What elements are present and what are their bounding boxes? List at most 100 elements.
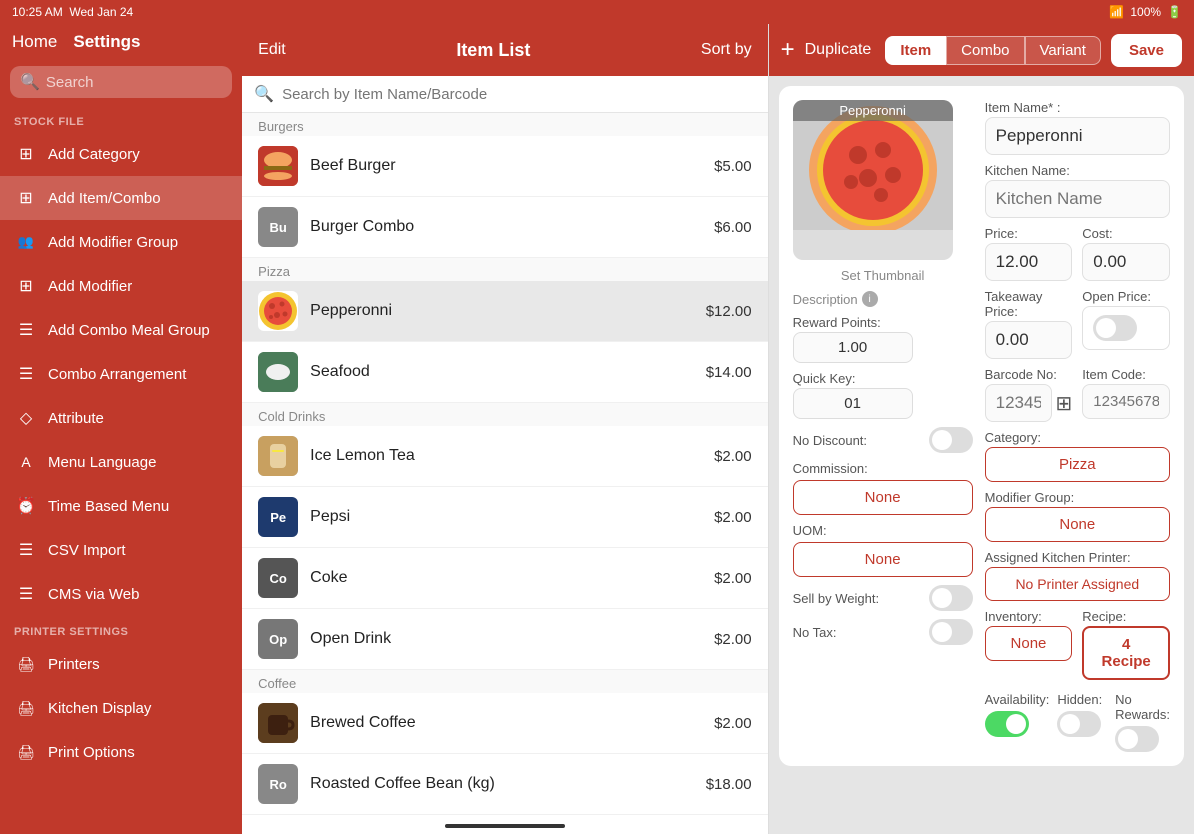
item-thumbnail: Ro: [258, 764, 298, 804]
sort-by-button[interactable]: Sort by: [701, 41, 752, 59]
modifier-group-button[interactable]: None: [985, 507, 1170, 542]
barcode-row: ⊞: [985, 384, 1073, 422]
list-item[interactable]: La Latte $5.00: [242, 815, 767, 818]
sidebar-item-csv-import[interactable]: ☰ CSV Import: [0, 528, 242, 572]
sidebar-item-kitchen-display[interactable]: 🖨 Kitchen Display: [0, 686, 242, 730]
sidebar-search-input[interactable]: [46, 74, 222, 91]
price-input[interactable]: [985, 243, 1073, 281]
availability-toggle[interactable]: [985, 711, 1029, 737]
save-button[interactable]: Save: [1111, 34, 1182, 67]
hidden-label: Hidden:: [1057, 692, 1107, 707]
item-price: $6.00: [714, 219, 752, 236]
kitchen-name-group: Kitchen Name:: [985, 163, 1170, 218]
sidebar-nav: STOCK FILE ⊞ Add Category ⊞ Add Item/Com…: [0, 106, 242, 834]
no-discount-toggle[interactable]: [929, 427, 973, 453]
duplicate-button[interactable]: Duplicate: [805, 41, 872, 59]
recipe-button[interactable]: 4 Recipe: [1082, 626, 1170, 680]
commission-section: Commission: None: [793, 461, 973, 515]
sidebar-item-add-modifier[interactable]: ⊞ Add Modifier: [0, 264, 242, 308]
list-item[interactable]: Seafood $14.00: [242, 342, 767, 403]
tab-variant[interactable]: Variant: [1025, 36, 1101, 65]
quick-key-input[interactable]: [793, 388, 913, 419]
sidebar-item-menu-language[interactable]: A Menu Language: [0, 440, 242, 484]
hidden-toggle[interactable]: [1057, 711, 1101, 737]
sidebar-search-container[interactable]: 🔍: [10, 66, 232, 98]
item-search-input[interactable]: [282, 86, 756, 103]
category-button[interactable]: Pizza: [985, 447, 1170, 482]
item-thumbnail: Pe: [258, 497, 298, 537]
sidebar-item-label: Add Modifier Group: [48, 234, 178, 251]
settings-link[interactable]: Settings: [73, 32, 140, 52]
time-based-menu-icon: ⏰: [14, 494, 38, 518]
list-item[interactable]: Ro Roasted Coffee Bean (kg) $18.00: [242, 754, 767, 815]
item-name-input[interactable]: [985, 117, 1170, 155]
info-icon: i: [862, 291, 878, 307]
takeaway-price-input[interactable]: [985, 321, 1073, 359]
item-price: $2.00: [714, 715, 752, 732]
sidebar-item-combo-arrangement[interactable]: ☰ Combo Arrangement: [0, 352, 242, 396]
add-button[interactable]: +: [781, 36, 795, 64]
tab-combo[interactable]: Combo: [946, 36, 1024, 65]
availability-group: Availability:: [985, 692, 1050, 752]
no-discount-row: No Discount:: [793, 427, 973, 453]
open-price-toggle[interactable]: [1093, 315, 1137, 341]
item-code-group: Item Code:: [1082, 367, 1170, 422]
list-item[interactable]: Co Coke $2.00: [242, 548, 767, 609]
reward-points-input[interactable]: [793, 332, 913, 363]
edit-button[interactable]: Edit: [258, 41, 286, 59]
sell-by-weight-toggle[interactable]: [929, 585, 973, 611]
item-code-input[interactable]: [1082, 384, 1170, 419]
sidebar-item-printers[interactable]: 🖨 Printers: [0, 642, 242, 686]
sidebar-item-add-item-combo[interactable]: ⊞ Add Item/Combo: [0, 176, 242, 220]
set-thumbnail-button[interactable]: Set Thumbnail: [793, 268, 973, 283]
section-header-pizza: Pizza: [242, 258, 767, 281]
sidebar-item-add-combo-meal-group[interactable]: ☰ Add Combo Meal Group: [0, 308, 242, 352]
list-item[interactable]: Bu Burger Combo $6.00: [242, 197, 767, 258]
list-item[interactable]: Op Open Drink $2.00: [242, 609, 767, 670]
item-price: $2.00: [714, 631, 752, 648]
barcode-input[interactable]: [985, 384, 1052, 422]
tab-item[interactable]: Item: [885, 36, 946, 65]
sidebar-item-add-modifier-group[interactable]: 👥 Add Modifier Group: [0, 220, 242, 264]
barcode-scan-icon[interactable]: ⊞: [1056, 391, 1073, 416]
list-item[interactable]: Beef Burger $5.00: [242, 136, 767, 197]
list-item[interactable]: Pepperonni $12.00: [242, 281, 767, 342]
cost-input[interactable]: [1082, 243, 1170, 281]
no-rewards-toggle[interactable]: [1115, 726, 1159, 752]
list-item[interactable]: Pe Pepsi $2.00: [242, 487, 767, 548]
sell-by-weight-label: Sell by Weight:: [793, 591, 879, 606]
item-list-search[interactable]: 🔍: [242, 76, 767, 113]
commission-button[interactable]: None: [793, 480, 973, 515]
no-tax-toggle[interactable]: [929, 619, 973, 645]
inventory-button[interactable]: None: [985, 626, 1073, 661]
uom-button[interactable]: None: [793, 542, 973, 577]
add-modifier-icon: ⊞: [14, 274, 38, 298]
home-link[interactable]: Home: [12, 32, 57, 52]
combo-arrangement-icon: ☰: [14, 362, 38, 386]
list-item[interactable]: Ice Lemon Tea $2.00: [242, 426, 767, 487]
sidebar-item-add-category[interactable]: ⊞ Add Category: [0, 132, 242, 176]
add-modifier-group-icon: 👥: [14, 230, 38, 254]
item-list-title: Item List: [456, 40, 530, 61]
list-item[interactable]: Brewed Coffee $2.00: [242, 693, 767, 754]
assigned-printer-button[interactable]: No Printer Assigned: [985, 567, 1170, 601]
item-thumbnail: [258, 291, 298, 331]
sidebar-item-time-based-menu[interactable]: ⏰ Time Based Menu: [0, 484, 242, 528]
barcode-group: Barcode No: ⊞: [985, 367, 1073, 422]
item-thumbnail-wrapper[interactable]: Pepperonni: [793, 100, 953, 260]
sidebar-item-attribute[interactable]: ◇ Attribute: [0, 396, 242, 440]
no-rewards-label: No Rewards:: [1115, 692, 1170, 722]
sidebar-item-cms-via-web[interactable]: ☰ CMS via Web: [0, 572, 242, 616]
sell-by-weight-row: Sell by Weight:: [793, 585, 973, 611]
scroll-indicator: [445, 824, 565, 828]
category-group: Category: Pizza: [985, 430, 1170, 482]
kitchen-name-input[interactable]: [985, 180, 1170, 218]
card-right: Item Name* : Kitchen Name: Price: Co: [985, 100, 1170, 752]
inventory-recipe-row: Inventory: None Recipe: 4 Recipe: [985, 609, 1170, 680]
hidden-group: Hidden:: [1057, 692, 1107, 752]
detail-tabs: Item Combo Variant: [885, 36, 1101, 65]
recipe-group: Recipe: 4 Recipe: [1082, 609, 1170, 680]
sidebar-item-label: Add Modifier: [48, 278, 132, 295]
sidebar-item-print-options[interactable]: 🖨 Print Options: [0, 730, 242, 774]
sidebar-item-label: CMS via Web: [48, 586, 139, 603]
